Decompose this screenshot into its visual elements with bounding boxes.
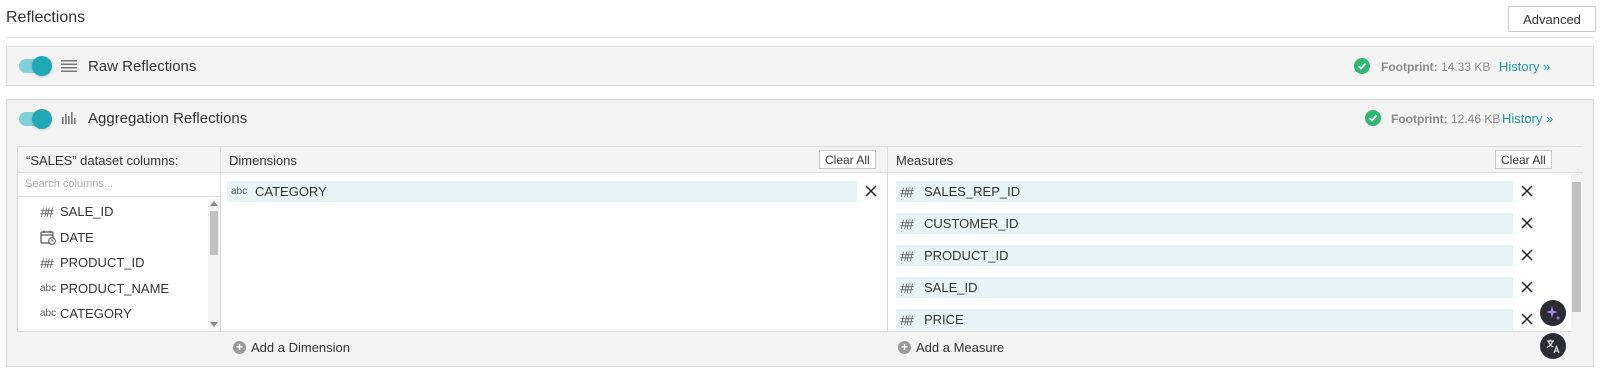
add-measure-label: Add a Measure — [916, 340, 1005, 355]
aggregation-history-link[interactable]: History » — [1502, 111, 1553, 126]
footprint-value: 12.46 KB — [1451, 112, 1501, 126]
raw-reflections-toggle[interactable] — [19, 56, 52, 76]
dataset-columns-header: “SALES” dataset columns: — [18, 147, 220, 173]
translate-button[interactable] — [1540, 333, 1566, 359]
list-item[interactable]: abc PRODUCT_NAME — [18, 276, 208, 302]
number-type-icon: ## — [40, 254, 54, 271]
footprint-value: 14.33 KB — [1441, 60, 1491, 74]
list-item[interactable]: ## SALE_ID — [18, 199, 208, 225]
search-columns-input[interactable]: Search columns... — [18, 173, 220, 197]
number-type-icon: ## — [40, 203, 54, 220]
add-dimension-label: Add a Dimension — [251, 340, 350, 355]
raw-history-link[interactable]: History » — [1499, 59, 1550, 74]
measure-item[interactable]: ## PRICE — [896, 309, 1513, 330]
columns-scrollbar[interactable] — [208, 199, 220, 329]
text-type-icon: abc — [231, 186, 248, 197]
raw-reflections-label: Raw Reflections — [88, 58, 197, 75]
list-item[interactable]: ## PRODUCT_ID — [18, 250, 208, 276]
sparkle-icon — [1546, 306, 1561, 321]
title-divider — [6, 37, 1594, 38]
footprint-label: Footprint: — [1391, 112, 1448, 126]
number-type-icon: ## — [900, 279, 914, 296]
text-type-icon: abc — [40, 308, 57, 320]
remove-measure-close-icon[interactable] — [1519, 183, 1535, 199]
add-circle-icon: + — [898, 341, 911, 354]
column-name: CATEGORY — [60, 306, 132, 322]
raw-reflections-panel: Raw Reflections Footprint: 14.33 KB Hist… — [6, 46, 1594, 86]
footprint-label: Footprint: — [1381, 60, 1438, 74]
add-circle-icon: + — [233, 341, 246, 354]
number-type-icon: ## — [900, 247, 914, 264]
dimensions-panel: Dimensions Clear All abc CATEGORY — [221, 147, 888, 331]
aggregation-footprint: Footprint: 12.46 KB — [1391, 112, 1500, 126]
raw-footprint: Footprint: 14.33 KB — [1381, 60, 1490, 74]
success-check-icon — [1365, 110, 1381, 126]
aggregation-reflections-label: Aggregation Reflections — [88, 110, 248, 127]
measure-name: SALES_REP_ID — [924, 184, 1021, 199]
aggregation-reflections-panel: Aggregation Reflections Footprint: 12.46… — [6, 99, 1594, 367]
ai-sparkle-button[interactable] — [1540, 300, 1566, 326]
dimensions-header: Dimensions Clear All — [221, 147, 887, 173]
measure-item[interactable]: ## SALE_ID — [896, 277, 1513, 298]
remove-dimension-close-icon[interactable] — [863, 183, 879, 199]
remove-measure-close-icon[interactable] — [1519, 215, 1535, 231]
column-name: DATE — [60, 229, 94, 245]
scroll-down-arrow-icon[interactable] — [210, 322, 218, 327]
scroll-thumb[interactable] — [210, 211, 218, 255]
remove-measure-close-icon[interactable] — [1519, 311, 1535, 327]
measures-panel: Measures Clear All ## SALES_REP_ID ## CU… — [888, 147, 1583, 332]
add-measure-link[interactable]: + Add a Measure — [898, 340, 1004, 355]
dataset-columns-title: “SALES” dataset columns: — [26, 153, 179, 168]
aggregation-reflections-toggle[interactable] — [19, 109, 52, 129]
measure-item[interactable]: ## CUSTOMER_ID — [896, 213, 1513, 234]
columns-list: ## SALE_ID DATE ## PRODUCT_ID abc PRODUC… — [18, 199, 208, 327]
text-type-icon: abc — [40, 282, 57, 294]
column-name: PRODUCT_NAME — [60, 280, 170, 296]
dimensions-clear-all-button[interactable]: Clear All — [819, 150, 876, 169]
dimension-name: CATEGORY — [255, 184, 327, 199]
dimension-item[interactable]: abc CATEGORY — [227, 181, 857, 202]
scroll-thumb[interactable] — [1572, 182, 1581, 312]
page-title: Reflections — [6, 9, 86, 26]
measure-name: PRICE — [924, 312, 964, 327]
add-dimension-link[interactable]: + Add a Dimension — [233, 340, 350, 355]
aggregation-editor: “SALES” dataset columns: Search columns.… — [17, 146, 1583, 332]
translate-icon — [1546, 339, 1560, 354]
list-item[interactable]: abc CATEGORY — [18, 301, 208, 327]
table-icon — [61, 59, 77, 73]
number-type-icon: ## — [900, 183, 914, 200]
measure-item[interactable]: ## SALES_REP_ID — [896, 181, 1513, 202]
dataset-columns-panel: “SALES” dataset columns: Search columns.… — [18, 147, 221, 331]
dimensions-title: Dimensions — [229, 153, 297, 168]
measure-name: PRODUCT_ID — [924, 248, 1009, 263]
measures-title: Measures — [896, 153, 954, 168]
date-type-icon — [40, 230, 60, 245]
remove-measure-close-icon[interactable] — [1519, 247, 1535, 263]
advanced-button[interactable]: Advanced — [1508, 6, 1596, 32]
measure-item[interactable]: ## PRODUCT_ID — [896, 245, 1513, 266]
measures-header: Measures Clear All — [888, 147, 1583, 173]
column-name: SALE_ID — [60, 204, 114, 220]
scroll-up-arrow-icon[interactable] — [210, 201, 218, 206]
column-name: PRODUCT_ID — [60, 255, 145, 271]
measure-name: SALE_ID — [924, 280, 978, 295]
toggle-knob — [32, 109, 52, 129]
measure-name: CUSTOMER_ID — [924, 216, 1019, 231]
number-type-icon: ## — [900, 215, 914, 232]
remove-measure-close-icon[interactable] — [1519, 279, 1535, 295]
list-item[interactable]: DATE — [18, 225, 208, 251]
measures-clear-all-button[interactable]: Clear All — [1495, 150, 1552, 169]
toggle-knob — [32, 56, 52, 76]
bar-chart-icon — [61, 111, 77, 125]
number-type-icon: ## — [900, 311, 914, 328]
success-check-icon — [1354, 58, 1370, 74]
measures-scrollbar[interactable] — [1571, 174, 1582, 332]
